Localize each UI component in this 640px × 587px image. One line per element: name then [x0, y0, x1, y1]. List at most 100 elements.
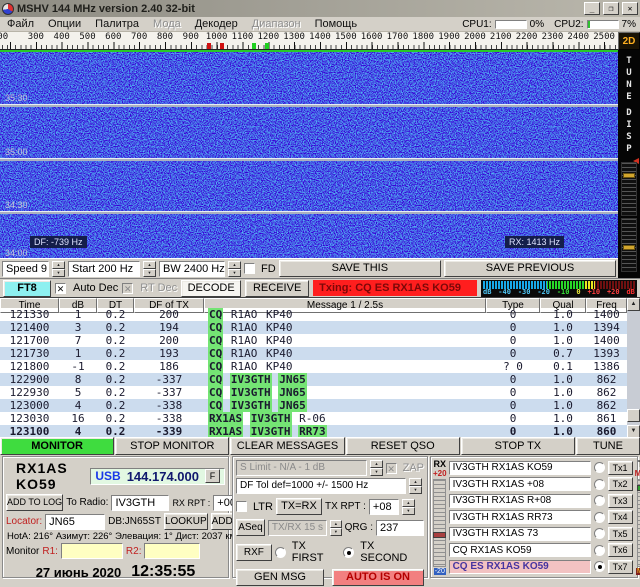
- waterfall-display[interactable]: 35:3035:0034:3034:00 DF: -739 Hz RX: 141…: [0, 50, 618, 258]
- tx3-button[interactable]: Tx3: [608, 494, 633, 508]
- rx-slider-handle[interactable]: [433, 532, 446, 538]
- stop-monitor-button[interactable]: STOP MONITOR: [115, 437, 229, 455]
- table-row[interactable]: 12310040.2-339RX1AS IV3GTH RR73 01.0860: [0, 425, 640, 437]
- speed-field[interactable]: Speed 9: [2, 261, 49, 277]
- aseq-button[interactable]: ASeq: [236, 519, 265, 536]
- auto-button[interactable]: AUTO IS ON: [332, 569, 424, 586]
- cell-type: 0: [486, 386, 540, 399]
- table-row[interactable]: 12170070.2200CQ R1AO KP40 01.01400: [0, 334, 640, 347]
- scroll-up-icon[interactable]: ▲: [627, 298, 640, 311]
- df-tol-spinner[interactable]: ▲▼: [409, 478, 422, 494]
- start-spinner[interactable]: ▲▼: [143, 261, 156, 277]
- table-row[interactable]: 12140030.2194CQ R1AO KP40 01.01394: [0, 321, 640, 334]
- tx5-button[interactable]: Tx5: [608, 527, 633, 541]
- tx-message-radio-4[interactable]: [594, 512, 605, 523]
- fd-checkbox[interactable]: ✕: [244, 263, 255, 274]
- tx6-button[interactable]: Tx6: [608, 543, 633, 557]
- stop-tx-button[interactable]: STOP TX: [461, 437, 575, 455]
- receive-button[interactable]: RECEIVE: [245, 280, 309, 297]
- zero-slider-handle[interactable]: [623, 245, 635, 250]
- table-row[interactable]: 12300040.2-338CQ IV3GTH JN65 01.0862: [0, 399, 640, 412]
- tx-first-radio[interactable]: [275, 547, 286, 558]
- tx-message-radio-5[interactable]: [594, 528, 605, 539]
- table-scrollbar[interactable]: ▲ ▼: [627, 298, 640, 437]
- tune-button[interactable]: TUNE: [576, 437, 640, 455]
- decode-button[interactable]: DECODE: [181, 280, 241, 297]
- auto-dec-checkbox[interactable]: ✕: [55, 283, 66, 294]
- clear-messages-button[interactable]: CLEAR MESSAGES: [230, 437, 344, 455]
- add-button[interactable]: ADD: [211, 513, 234, 530]
- speed-spinner[interactable]: ▲▼: [52, 261, 65, 277]
- menu-item-0[interactable]: Файл: [0, 18, 41, 30]
- tx-message-input-2[interactable]: [449, 477, 591, 491]
- display-2d-button[interactable]: 2D: [618, 32, 640, 50]
- table-row[interactable]: 123030160.2-338RX1AS IV3GTH R-06 01.0861: [0, 412, 640, 425]
- tx-second-radio[interactable]: [343, 547, 354, 558]
- minimize-button[interactable]: _: [584, 2, 600, 15]
- lookup-button[interactable]: LOOKUP: [164, 513, 208, 530]
- frequency-scale[interactable]: 2003004005006007008009001000110012001300…: [0, 32, 618, 50]
- ltr-checkbox[interactable]: ✕: [236, 501, 247, 512]
- table-row[interactable]: 12290080.2-337CQ IV3GTH JN65 01.0862: [0, 373, 640, 386]
- tx7-button[interactable]: Tx7: [608, 560, 633, 574]
- tx2-button[interactable]: Tx2: [608, 477, 633, 491]
- tx-rpt-value[interactable]: +08: [369, 499, 399, 515]
- save-this-button[interactable]: SAVE THIS: [279, 260, 441, 277]
- tx-message-input-3[interactable]: [449, 494, 591, 508]
- tx-message-input-1[interactable]: [449, 461, 591, 475]
- tx-message-input-4[interactable]: [449, 510, 591, 524]
- tx-message-input-6[interactable]: [449, 543, 591, 557]
- cell-qual: 0.1: [540, 360, 586, 373]
- df-tol-field[interactable]: DF Tol def=1000 +/- 1500 Hz: [236, 478, 406, 494]
- scroll-down-icon[interactable]: ▼: [627, 425, 640, 437]
- title-bar[interactable]: MSHV 144 MHz version 2.40 32-bit _ ❐ ✕: [0, 0, 640, 17]
- scrollbar-thumb[interactable]: [627, 409, 640, 422]
- tx-message-radio-3[interactable]: [594, 495, 605, 506]
- tx-eq-rx-button[interactable]: TX=RX: [276, 498, 322, 515]
- r1-input[interactable]: [61, 543, 123, 559]
- tx-message-radio-7[interactable]: [594, 561, 605, 572]
- close-button[interactable]: ✕: [622, 2, 638, 15]
- tx-rpt-spinner[interactable]: ▲▼: [402, 499, 415, 515]
- add-to-log-button[interactable]: ADD TO LOG: [6, 494, 63, 511]
- table-row[interactable]: 121800-10.2186CQ R1AO KP40 ? 00.11386: [0, 360, 640, 373]
- db-locator-label: DB:JN65ST: [108, 516, 161, 527]
- locator-input[interactable]: [45, 514, 105, 530]
- tx4-button[interactable]: Tx4: [608, 510, 633, 524]
- tx-message-radio-6[interactable]: [594, 545, 605, 556]
- monitor-button[interactable]: MONITOR: [0, 437, 114, 455]
- f-button[interactable]: F: [205, 469, 220, 483]
- tx-message-input-5[interactable]: [449, 527, 591, 541]
- menu-item-4[interactable]: Декодер: [188, 18, 245, 30]
- callsign-token: IV3GTH: [250, 425, 292, 437]
- rx-gain-slider[interactable]: [433, 479, 446, 567]
- save-previous-button[interactable]: SAVE PREVIOUS: [444, 260, 616, 277]
- bw-spinner[interactable]: ▲▼: [228, 261, 241, 277]
- waterfall-gain-slider[interactable]: [621, 162, 637, 216]
- tx-message-input-7[interactable]: [449, 560, 591, 574]
- gen-msg-button[interactable]: GEN MSG: [236, 569, 324, 586]
- cell-db: 4: [59, 399, 97, 412]
- menu-item-6[interactable]: Помощь: [308, 18, 365, 30]
- cell-type: 0: [486, 425, 540, 437]
- reset-qso-button[interactable]: RESET QSO: [346, 437, 460, 455]
- bandwidth-field[interactable]: BW 2400 Hz: [159, 261, 225, 277]
- qrg-input[interactable]: [376, 520, 424, 536]
- mode-button[interactable]: FT8: [3, 280, 51, 297]
- menu-item-1[interactable]: Опции: [41, 18, 88, 30]
- waterfall-zero-slider[interactable]: [621, 218, 637, 272]
- to-radio-input[interactable]: [111, 495, 169, 511]
- start-freq-field[interactable]: Start 200 Hz: [68, 261, 140, 277]
- rxf-button[interactable]: RXF: [236, 544, 272, 561]
- menu-item-2[interactable]: Палитра: [88, 18, 146, 30]
- table-row[interactable]: 12133010.2200CQ R1AO KP40 01.01400: [0, 308, 640, 321]
- rx-max-label: +20: [433, 469, 447, 478]
- table-row[interactable]: 12173010.2193CQ R1AO KP40 00.71393: [0, 347, 640, 360]
- r2-input[interactable]: [144, 543, 200, 559]
- tx-message-radio-1[interactable]: [594, 462, 605, 473]
- maximize-button[interactable]: ❐: [603, 2, 619, 15]
- tx1-button[interactable]: Tx1: [608, 461, 633, 475]
- tx-message-radio-2[interactable]: [594, 479, 605, 490]
- table-row[interactable]: 12293050.2-337CQ IV3GTH JN65 01.0862: [0, 386, 640, 399]
- gain-slider-handle[interactable]: [623, 173, 635, 178]
